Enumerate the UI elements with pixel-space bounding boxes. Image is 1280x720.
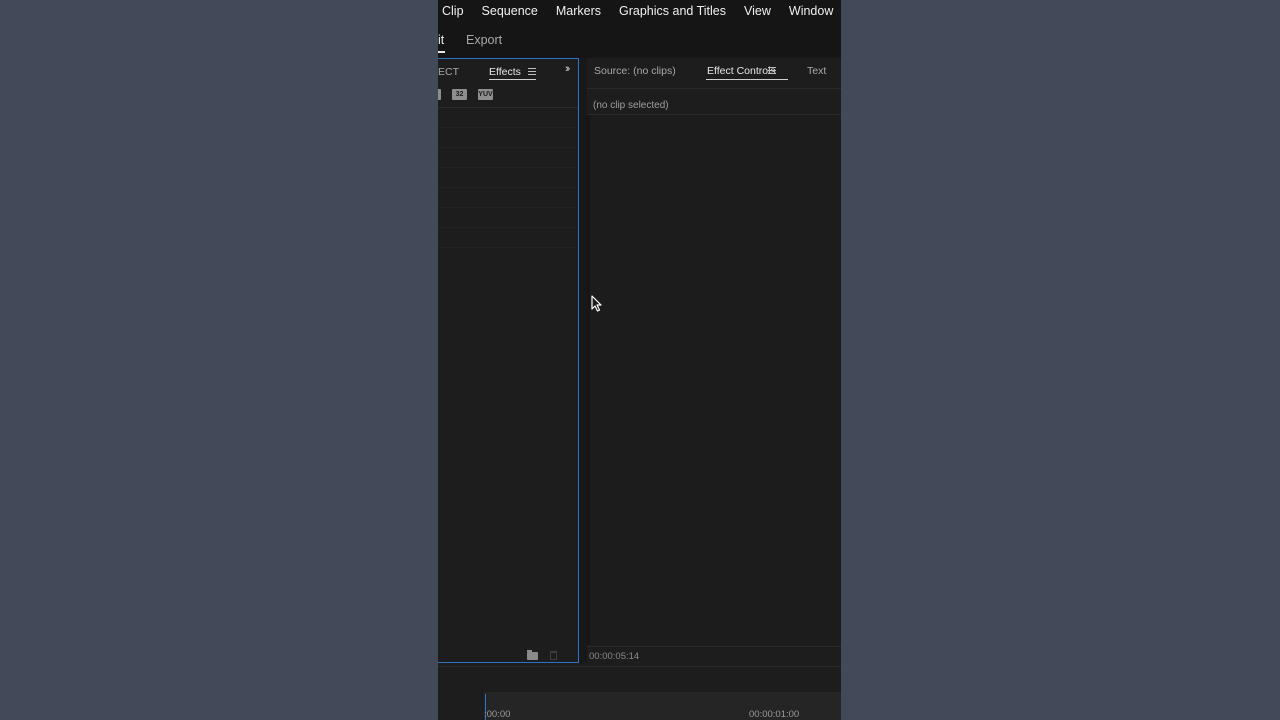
yuv-icon[interactable]: YUV bbox=[478, 89, 493, 100]
effect-controls-tab-underline bbox=[706, 79, 788, 80]
menu-window[interactable]: Window bbox=[789, 4, 833, 18]
trash-icon[interactable] bbox=[550, 651, 557, 660]
effects-list bbox=[438, 108, 578, 248]
timecode-display[interactable]: 00:00:05:14 bbox=[589, 651, 639, 662]
32-bit-icon[interactable]: 32 bbox=[452, 89, 467, 100]
tab-export[interactable]: Export bbox=[466, 33, 502, 47]
tab-text[interactable]: Text bbox=[807, 65, 826, 77]
menu-markers[interactable]: Markers bbox=[556, 4, 601, 18]
chevrons-icon[interactable]: ›› bbox=[565, 63, 571, 75]
effects-tab-underline bbox=[489, 79, 536, 80]
menu-view[interactable]: View bbox=[744, 4, 771, 18]
tab-project-partial[interactable]: ECT bbox=[438, 66, 459, 78]
mouse-pointer-icon bbox=[591, 295, 602, 312]
list-item[interactable] bbox=[438, 228, 578, 248]
effect-controls-gutter bbox=[587, 115, 590, 645]
list-item[interactable] bbox=[438, 188, 578, 208]
accelerated-effects-icon[interactable] bbox=[438, 89, 441, 100]
effects-panel[interactable]: ECT Effects ›› 32 YUV bbox=[438, 58, 579, 663]
effect-controls-panel: Source: (no clips) Effect Controls Text … bbox=[587, 58, 841, 666]
menu-bar: Clip Sequence Markers Graphics and Title… bbox=[438, 0, 841, 22]
list-item[interactable] bbox=[438, 148, 578, 168]
tab-source[interactable]: Source: (no clips) bbox=[594, 65, 676, 77]
menu-icon[interactable] bbox=[528, 68, 536, 75]
tab-effects[interactable]: Effects bbox=[489, 66, 521, 78]
timeline-ruler[interactable]: :00:00 00:00:01:00 bbox=[438, 692, 841, 720]
tab-edit[interactable]: it bbox=[438, 33, 444, 47]
effect-controls-body bbox=[587, 115, 841, 645]
menu-clip[interactable]: Clip bbox=[442, 4, 464, 18]
list-item[interactable] bbox=[438, 168, 578, 188]
header-divider bbox=[587, 88, 841, 89]
ruler-time-start: :00:00 bbox=[484, 709, 511, 720]
list-item[interactable] bbox=[438, 128, 578, 148]
list-item[interactable] bbox=[438, 108, 578, 128]
timeline-gutter bbox=[438, 692, 484, 720]
premiere-window: Clip Sequence Markers Graphics and Title… bbox=[438, 0, 841, 720]
footer-divider bbox=[587, 646, 841, 647]
workspace-bar: it Export bbox=[438, 22, 841, 58]
menu-graphics-and-titles[interactable]: Graphics and Titles bbox=[619, 4, 726, 18]
no-clip-label: (no clip selected) bbox=[593, 100, 669, 111]
menu-sequence[interactable]: Sequence bbox=[482, 4, 538, 18]
list-item[interactable] bbox=[438, 208, 578, 228]
ruler-time-next: 00:00:01:00 bbox=[749, 709, 800, 720]
menu-icon[interactable] bbox=[768, 67, 776, 74]
edit-tab-underline bbox=[438, 51, 445, 53]
panel-divider[interactable] bbox=[579, 58, 587, 663]
folder-icon[interactable] bbox=[527, 650, 538, 660]
tab-effect-controls[interactable]: Effect Controls bbox=[707, 65, 776, 77]
panel-gap-bottom bbox=[438, 666, 841, 693]
